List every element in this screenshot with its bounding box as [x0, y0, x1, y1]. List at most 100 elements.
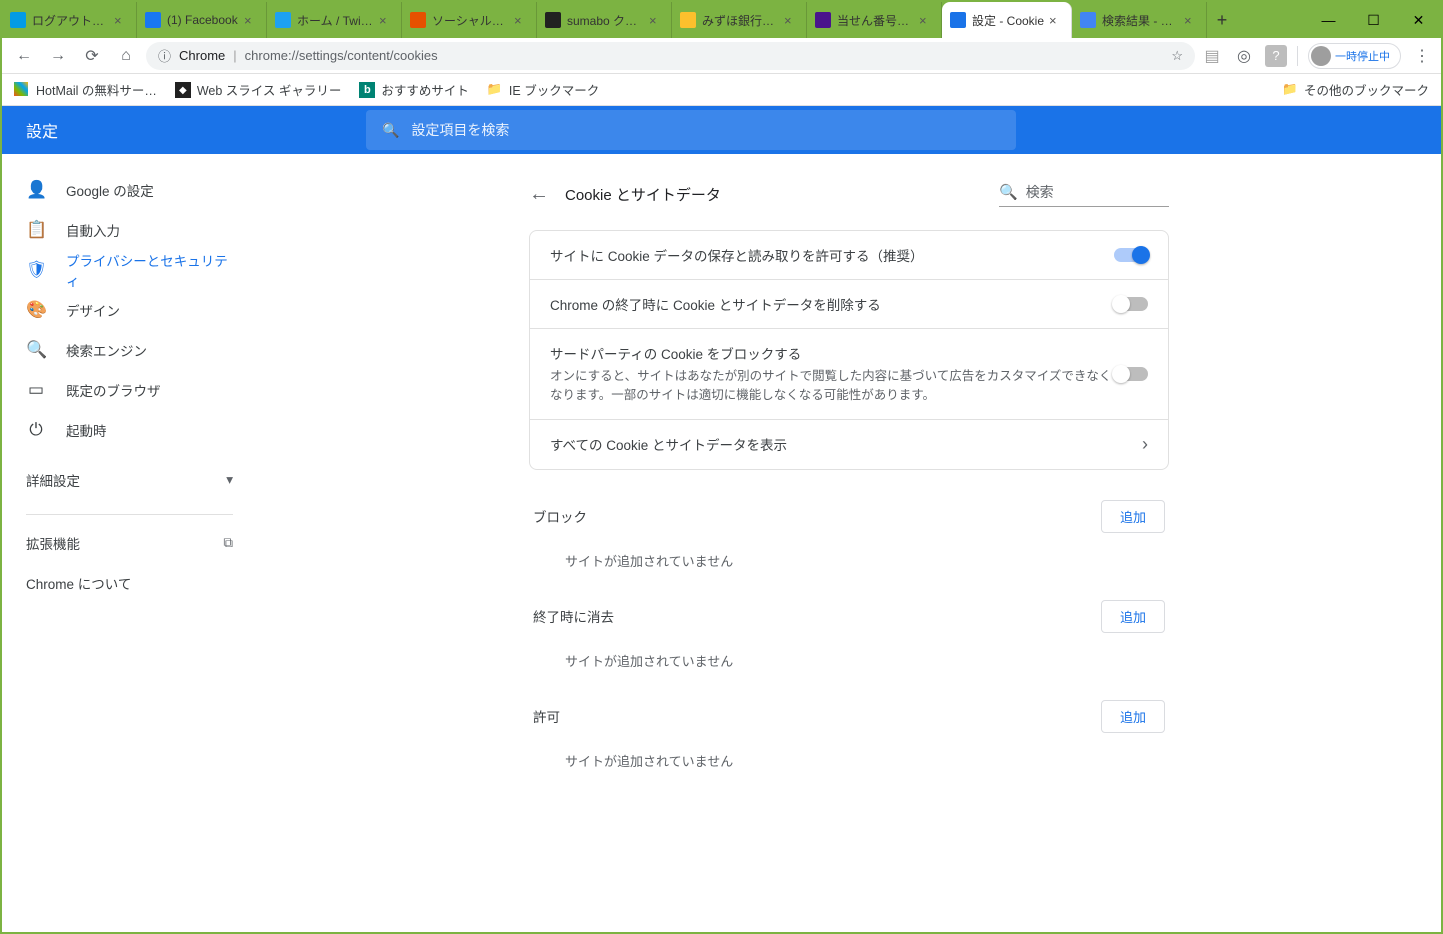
setting-row[interactable]: サイトに Cookie データの保存と読み取りを許可する（推奨） — [530, 231, 1168, 280]
nav-label: 自動入力 — [66, 220, 120, 240]
home-button[interactable]: ⌂ — [112, 42, 140, 70]
pdf-extension-icon[interactable]: ▤ — [1201, 45, 1223, 67]
browser-tab[interactable]: (1) Facebook × — [137, 2, 267, 38]
settings-search-box[interactable]: 🔍 設定項目を検索 — [366, 110, 1016, 150]
nav-label: Google の設定 — [66, 180, 154, 200]
site-list-section: 許可 追加 サイトが追加されていません — [529, 700, 1169, 770]
favicon-icon — [950, 12, 966, 28]
site-info-icon[interactable]: ⓘ — [158, 46, 171, 65]
panel-back-button[interactable]: ← — [529, 183, 565, 206]
nav-about-chrome[interactable]: Chrome について — [2, 563, 257, 603]
favicon-icon — [10, 12, 26, 28]
tab-title: sumabo クリ… — [567, 12, 645, 29]
tab-close-icon[interactable]: × — [244, 13, 258, 28]
toggle-switch[interactable] — [1114, 248, 1148, 262]
profile-paused-chip[interactable]: 一時停止中 — [1308, 43, 1401, 69]
browser-tab[interactable]: sumabo クリ… × — [537, 2, 672, 38]
nav-item[interactable]: 🔍検索エンジン — [2, 330, 257, 370]
favicon-icon — [680, 12, 696, 28]
other-bookmarks[interactable]: 📁 その他のブックマーク — [1282, 80, 1429, 99]
bookmark-item[interactable]: b おすすめサイト — [359, 80, 469, 99]
close-window-button[interactable]: ✕ — [1396, 2, 1441, 38]
new-tab-button[interactable]: + — [1207, 2, 1237, 38]
row-label: サードパーティの Cookie をブロックするオンにすると、サイトはあなたが別の… — [550, 343, 1114, 405]
add-site-button[interactable]: 追加 — [1101, 700, 1165, 733]
bookmark-label: Web スライス ギャラリー — [197, 80, 342, 99]
browser-tab[interactable]: みずほ銀行：… × — [672, 2, 807, 38]
nav-item[interactable]: ⏻起動時 — [2, 410, 257, 450]
bookmark-favicon: b — [359, 82, 375, 98]
toggle-switch[interactable] — [1114, 297, 1148, 311]
back-button[interactable]: ← — [10, 42, 38, 70]
nav-advanced[interactable]: 詳細設定 ▾ — [2, 460, 257, 500]
maximize-button[interactable]: ☐ — [1351, 2, 1396, 38]
tab-close-icon[interactable]: × — [114, 13, 128, 28]
setting-row[interactable]: サードパーティの Cookie をブロックするオンにすると、サイトはあなたが別の… — [530, 329, 1168, 420]
browser-tab[interactable]: 当せん番号案… × — [807, 2, 942, 38]
cookie-settings-card: サイトに Cookie データの保存と読み取りを許可する（推奨） Chrome の… — [529, 230, 1169, 470]
tab-close-icon[interactable]: × — [379, 13, 393, 28]
tab-title: 検索結果 - G… — [1102, 12, 1180, 29]
bookmarks-bar: HotMail の無料サー… ◆Web スライス ギャラリー b おすすめサイト 📁IE… — [2, 74, 1441, 106]
browser-tab[interactable]: ログアウト：W… × — [2, 2, 137, 38]
nav-icon: 🔍 — [26, 340, 46, 360]
nav-item[interactable]: 👤Google の設定 — [2, 170, 257, 210]
browser-tab[interactable]: ソーシャル・ネッ… × — [402, 2, 537, 38]
search-icon: 🔍 — [999, 183, 1018, 201]
nav-item[interactable]: 🎨デザイン — [2, 290, 257, 330]
tab-close-icon[interactable]: × — [514, 13, 528, 28]
panel-search[interactable]: 🔍 検索 — [999, 182, 1169, 207]
reload-button[interactable]: ⟳ — [78, 42, 106, 70]
url-scheme-label: Chrome — [179, 48, 225, 63]
toggle-switch[interactable] — [1114, 367, 1148, 381]
external-link-icon: ⧉ — [223, 535, 233, 551]
bookmark-item[interactable]: 📁IE ブックマーク — [487, 80, 599, 99]
row-label: Chrome の終了時に Cookie とサイトデータを削除する — [550, 294, 1114, 314]
panel-title: Cookie とサイトデータ — [565, 184, 999, 205]
nav-label: 起動時 — [66, 420, 107, 440]
favicon-icon — [145, 12, 161, 28]
bookmark-label: おすすめサイト — [381, 80, 469, 99]
toolbar: ← → ⟳ ⌂ ⓘ Chrome | chrome://settings/con… — [2, 38, 1441, 74]
tab-close-icon[interactable]: × — [1184, 13, 1198, 28]
help-icon[interactable]: ? — [1265, 45, 1287, 67]
bookmark-item[interactable]: HotMail の無料サー… — [14, 80, 157, 99]
add-site-button[interactable]: 追加 — [1101, 600, 1165, 633]
browser-tab[interactable]: ホーム / Twitt… × — [267, 2, 402, 38]
tab-close-icon[interactable]: × — [649, 13, 663, 28]
nav-item[interactable]: 🛡 プライバシーとセキュリティ — [2, 250, 257, 290]
bookmark-star-icon[interactable]: ☆ — [1171, 48, 1183, 64]
minimize-button[interactable]: — — [1306, 2, 1351, 38]
nav-item[interactable]: 📋自動入力 — [2, 210, 257, 250]
search-placeholder: 設定項目を検索 — [411, 120, 509, 140]
tab-close-icon[interactable]: × — [919, 13, 933, 28]
settings-content: ← Cookie とサイトデータ 🔍 検索 サイトに Cookie データの保存… — [257, 154, 1441, 932]
extension-icon[interactable]: ◎ — [1233, 45, 1255, 67]
section-title: ブロック — [533, 506, 587, 526]
window-controls: — ☐ ✕ — [1306, 2, 1441, 38]
tab-close-icon[interactable]: × — [1049, 13, 1063, 28]
favicon-icon — [1080, 12, 1096, 28]
address-bar[interactable]: ⓘ Chrome | chrome://settings/content/coo… — [146, 42, 1195, 70]
nav-label: プライバシーとセキュリティ — [66, 250, 233, 290]
forward-button[interactable]: → — [44, 42, 72, 70]
search-icon: 🔍 — [382, 122, 399, 139]
tab-close-icon[interactable]: × — [784, 13, 798, 28]
nav-icon: ▭ — [26, 380, 46, 400]
setting-row[interactable]: Chrome の終了時に Cookie とサイトデータを削除する — [530, 280, 1168, 329]
nav-icon: 🎨 — [26, 300, 46, 320]
add-site-button[interactable]: 追加 — [1101, 500, 1165, 533]
settings-nav: 👤Google の設定📋自動入力 🛡 プライバシーとセキュリティ🎨デザイン🔍検索エン… — [2, 154, 257, 932]
bookmark-item[interactable]: ◆Web スライス ギャラリー — [175, 80, 342, 99]
nav-extensions[interactable]: 拡張機能 ⧉ — [2, 523, 257, 563]
setting-row[interactable]: すべての Cookie とサイトデータを表示› — [530, 420, 1168, 469]
nav-icon: 🛡 — [26, 260, 46, 280]
favicon-icon — [545, 12, 561, 28]
browser-tab[interactable]: 設定 - Cookie × — [942, 2, 1072, 38]
bookmark-favicon — [14, 82, 30, 98]
chevron-down-icon: ▾ — [226, 472, 233, 488]
chrome-menu-button[interactable]: ⋮ — [1411, 45, 1433, 67]
tab-title: (1) Facebook — [167, 13, 240, 27]
browser-tab[interactable]: 検索結果 - G… × — [1072, 2, 1207, 38]
nav-item[interactable]: ▭既定のブラウザ — [2, 370, 257, 410]
